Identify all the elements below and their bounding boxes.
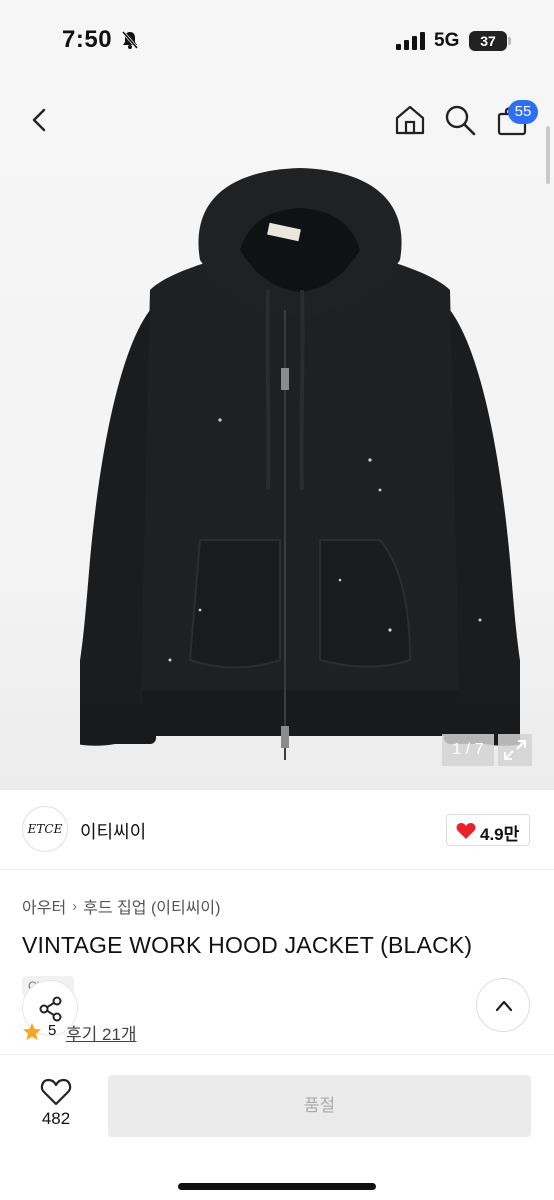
gallery-page-counter: 1 / 7 bbox=[442, 734, 494, 766]
bottom-action-bar: 482 품절 bbox=[0, 1054, 554, 1200]
product-photo-jacket bbox=[80, 168, 520, 760]
brand-logo[interactable]: ETCE bbox=[22, 806, 68, 852]
chevron-right-icon: › bbox=[72, 897, 78, 915]
battery-cap bbox=[508, 37, 511, 45]
home-indicator[interactable] bbox=[178, 1183, 376, 1190]
brand-name[interactable]: 이티씨이 bbox=[80, 818, 146, 844]
status-time: 7:50 bbox=[62, 26, 113, 53]
cellular-signal-icon bbox=[396, 32, 425, 50]
battery-icon: 37 bbox=[469, 31, 507, 51]
review-count-link[interactable]: 후기 21개 bbox=[66, 1020, 137, 1045]
star-icon bbox=[23, 1023, 41, 1040]
heart-filled-icon bbox=[456, 823, 476, 839]
search-icon[interactable] bbox=[442, 102, 478, 138]
network-type: 5G bbox=[434, 30, 460, 51]
status-bar: 7:50 5G 37 bbox=[0, 0, 554, 80]
back-chevron-icon[interactable] bbox=[22, 102, 58, 138]
scroll-to-top-button[interactable] bbox=[476, 978, 530, 1032]
scrollbar[interactable] bbox=[546, 126, 550, 184]
heart-outline-icon[interactable] bbox=[40, 1077, 72, 1107]
wishlist-count: 482 bbox=[41, 1109, 71, 1128]
breadcrumb-subcategory[interactable]: 후드 집업 (이티씨이) bbox=[83, 894, 220, 918]
rating-value: 5 bbox=[48, 1022, 57, 1039]
chevron-up-icon bbox=[495, 1000, 513, 1012]
breadcrumb: 아우터 › 후드 집업 (이티씨이) bbox=[22, 894, 220, 918]
sold-out-button[interactable]: 품절 bbox=[108, 1075, 531, 1137]
brand-like-count: 4.9만 bbox=[480, 825, 520, 844]
product-image-gallery[interactable]: 55 1 / 7 bbox=[0, 80, 554, 790]
breadcrumb-category[interactable]: 아우터 bbox=[22, 894, 66, 918]
share-icon bbox=[39, 996, 62, 1022]
bell-muted-icon bbox=[121, 31, 139, 49]
home-icon[interactable] bbox=[392, 102, 428, 138]
product-title: VINTAGE WORK HOOD JACKET (BLACK) bbox=[22, 932, 473, 958]
brand-row[interactable]: ETCE 이티씨이 4.9만 bbox=[0, 790, 554, 870]
expand-icon[interactable] bbox=[498, 734, 532, 766]
cart-count-badge: 55 bbox=[508, 100, 538, 124]
brand-like-button[interactable]: 4.9만 bbox=[446, 814, 530, 846]
